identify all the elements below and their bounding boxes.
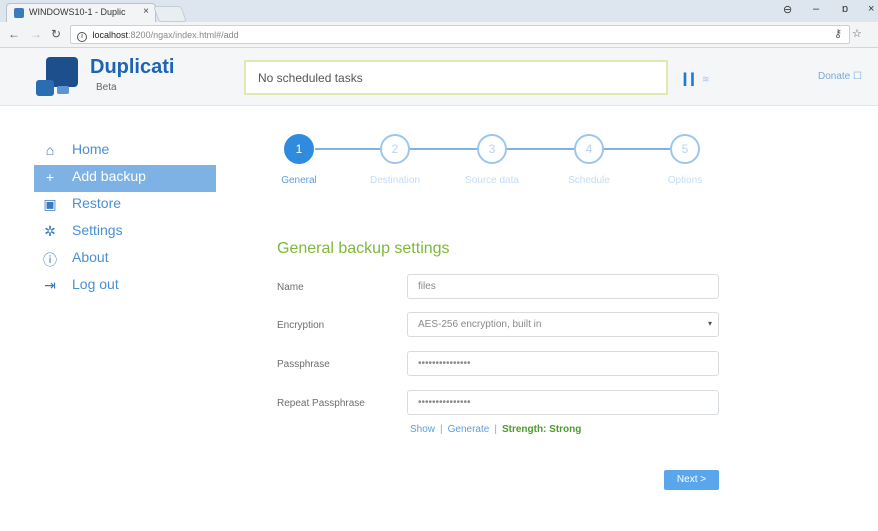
address-bar: ← → ↻ i localhost:8200/ngax/index.html#/… xyxy=(0,22,878,48)
passphrase-helper: Show | Generate | Strength: Strong xyxy=(410,424,581,435)
key-icon[interactable]: ⚷ xyxy=(834,27,842,40)
new-tab-button[interactable] xyxy=(153,6,187,22)
encryption-label: Encryption xyxy=(277,320,325,331)
gear-icon: ✲ xyxy=(44,223,56,239)
info-icon[interactable]: i xyxy=(77,32,87,42)
tab-title: WINDOWS10-1 - Duplic xyxy=(29,7,126,17)
donate-link[interactable]: Donate ☐ xyxy=(818,71,862,82)
back-icon[interactable]: ← xyxy=(8,27,20,41)
logo-part xyxy=(57,86,69,94)
status-box: No scheduled tasks xyxy=(244,60,668,95)
url-input[interactable]: i localhost:8200/ngax/index.html#/add xyxy=(70,25,850,44)
sidebar-item-label: About xyxy=(72,249,109,265)
throttle-icon[interactable]: ≋ xyxy=(702,74,710,85)
url-path: :8200/ngax/index.html#/add xyxy=(128,30,239,40)
passphrase-label: Passphrase xyxy=(277,359,330,370)
profile-icon[interactable]: ⊖ xyxy=(783,3,792,16)
sidebar-item-label: Add backup xyxy=(72,168,146,184)
name-value: files xyxy=(418,281,436,292)
restore-icon: ▣ xyxy=(43,196,57,212)
sidebar-item-about[interactable]: ⓘ About xyxy=(34,246,216,273)
duplicati-favicon-icon xyxy=(14,8,24,18)
wizard-stepper: 1 2 3 4 5 General Destination Source dat… xyxy=(270,134,730,194)
browser-tab[interactable]: WINDOWS10-1 - Duplic × xyxy=(6,3,156,22)
restore-window-icon[interactable]: ɒ xyxy=(842,3,848,15)
sidebar-item-home[interactable]: ⌂ Home xyxy=(34,138,216,165)
reload-icon[interactable]: ↻ xyxy=(51,27,61,41)
logo-part xyxy=(36,80,54,96)
step-1-circle[interactable]: 1 xyxy=(284,134,314,164)
minimize-icon[interactable]: – xyxy=(813,3,819,15)
step-5-label[interactable]: Options xyxy=(640,175,730,186)
sidebar-item-label: Home xyxy=(72,141,110,157)
next-button[interactable]: Next > xyxy=(664,470,719,490)
repeat-passphrase-input[interactable]: ••••••••••••••• xyxy=(407,390,719,415)
bookmark-star-icon[interactable]: ☆ xyxy=(852,27,862,40)
step-3-label[interactable]: Source data xyxy=(447,175,537,186)
passphrase-input[interactable]: ••••••••••••••• xyxy=(407,351,719,376)
step-5-circle[interactable]: 5 xyxy=(670,134,700,164)
name-label: Name xyxy=(277,282,304,293)
step-2-label[interactable]: Destination xyxy=(350,175,440,186)
strength-indicator: Strength: Strong xyxy=(501,424,582,435)
step-3-circle[interactable]: 3 xyxy=(477,134,507,164)
logout-icon: ⇥ xyxy=(44,277,56,293)
generate-passphrase-link[interactable]: Generate xyxy=(448,424,490,435)
info-icon: ⓘ xyxy=(43,252,57,268)
sidebar: ⌂ Home + Add backup ▣ Restore ✲ Settings… xyxy=(34,138,216,300)
sidebar-item-settings[interactable]: ✲ Settings xyxy=(34,219,216,246)
brand-subtitle: Beta xyxy=(96,82,117,93)
encryption-select[interactable]: AES-256 encryption, built in ▾ xyxy=(407,312,719,337)
sidebar-item-label: Log out xyxy=(72,276,119,292)
separator: | xyxy=(440,424,443,435)
step-4-circle[interactable]: 4 xyxy=(574,134,604,164)
sidebar-item-label: Restore xyxy=(72,195,122,211)
status-text: No scheduled tasks xyxy=(258,71,363,85)
section-title: General backup settings xyxy=(277,240,450,257)
passphrase-value: ••••••••••••••• xyxy=(418,358,471,369)
sidebar-item-add-backup[interactable]: + Add backup xyxy=(34,165,216,192)
url-host: localhost xyxy=(92,30,129,40)
close-window-icon[interactable]: × xyxy=(868,3,874,15)
step-1-label[interactable]: General xyxy=(254,175,344,186)
dropdown-arrow-icon: ▾ xyxy=(707,319,712,328)
pause-icon[interactable]: ▎▎ xyxy=(684,73,700,86)
show-passphrase-link[interactable]: Show xyxy=(410,424,435,435)
separator: | xyxy=(494,424,497,435)
app-header: Duplicati Beta No scheduled tasks ▎▎ ≋ D… xyxy=(0,48,878,106)
step-2-circle[interactable]: 2 xyxy=(380,134,410,164)
browser-tab-bar: WINDOWS10-1 - Duplic × ⊖ – ɒ × xyxy=(0,0,878,22)
repeat-passphrase-label: Repeat Passphrase xyxy=(277,398,365,409)
sidebar-item-label: Settings xyxy=(72,222,123,238)
home-icon: ⌂ xyxy=(45,142,55,158)
sidebar-item-restore[interactable]: ▣ Restore xyxy=(34,192,216,219)
sidebar-item-logout[interactable]: ⇥ Log out xyxy=(34,273,216,300)
step-4-label[interactable]: Schedule xyxy=(544,175,634,186)
tab-close-icon[interactable]: × xyxy=(143,6,149,17)
encryption-value: AES-256 encryption, built in xyxy=(418,319,542,330)
repeat-passphrase-value: ••••••••••••••• xyxy=(418,397,471,408)
plus-icon: + xyxy=(45,169,55,185)
name-input[interactable]: files xyxy=(407,274,719,299)
brand-name[interactable]: Duplicati xyxy=(90,56,174,79)
forward-icon[interactable]: → xyxy=(30,27,42,41)
